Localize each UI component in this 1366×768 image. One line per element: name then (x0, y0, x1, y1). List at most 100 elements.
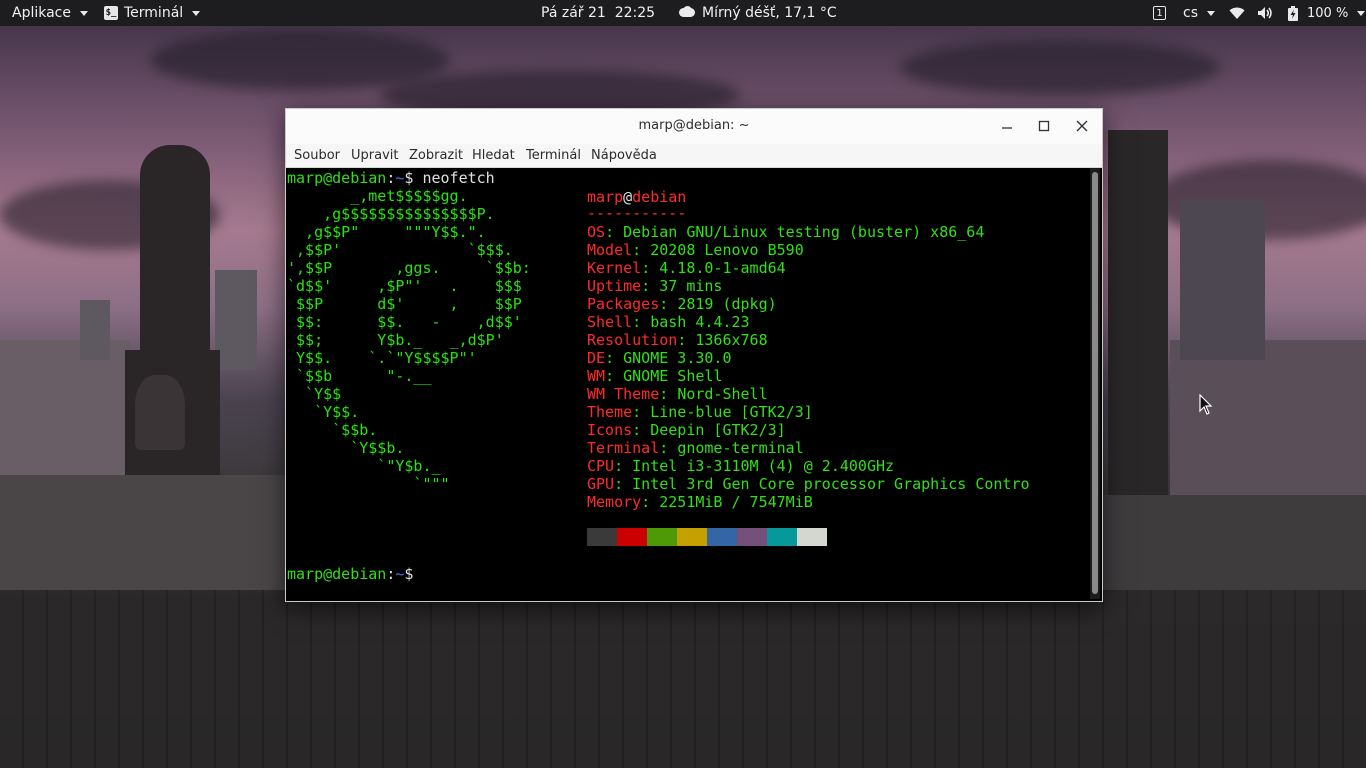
palette-swatch (587, 528, 617, 546)
chevron-down-icon (1357, 10, 1366, 16)
language-label: cs (1183, 5, 1198, 21)
top-panel: Aplikace $_ Terminál Pá zář 21 22:25 Mír… (0, 0, 1366, 26)
maximize-icon (1038, 120, 1050, 132)
logo-line: $$: $$. - ,d$$' (287, 313, 522, 331)
menu-zobrazit[interactable]: Zobrazit (409, 148, 463, 163)
workspace-number: 1 (1153, 6, 1166, 20)
prompt-host: debian (332, 169, 387, 187)
info-key: WM Theme (587, 385, 660, 403)
info-value: GNOME Shell (623, 367, 723, 385)
info-row: Icons: Deepin [GTK2/3] (587, 421, 786, 439)
info-row: Kernel: 4.18.0-1-amd64 (587, 259, 786, 277)
palette-swatch (767, 528, 797, 546)
battery-charging-icon (1288, 5, 1298, 21)
info-key: Uptime (587, 277, 642, 295)
info-value: Intel i3-3110M (4) @ 2.400GHz (632, 457, 895, 475)
prompt-line: marp@debian:~$ (287, 565, 413, 583)
menu-napoveda[interactable]: Nápověda (591, 148, 657, 163)
info-key: Icons (587, 421, 633, 439)
keyboard-layout-indicator[interactable]: cs (1183, 0, 1215, 26)
logo-line: ,g$$P" """Y$$.". (287, 223, 486, 241)
info-value: Line-blue [GTK2/3] (650, 403, 813, 421)
prompt-user: marp (287, 169, 324, 187)
mouse-pointer-icon (1199, 394, 1213, 415)
volume-indicator[interactable] (1257, 0, 1274, 26)
info-key: WM (587, 367, 606, 385)
info-colon: : (632, 403, 651, 421)
prompt-symbol: $ (404, 565, 414, 583)
chevron-down-icon (80, 10, 88, 16)
menu-hledat[interactable]: Hledat (472, 148, 515, 163)
battery-label: 100 % (1307, 5, 1349, 21)
logo-line: `""" (287, 475, 450, 493)
window-titlebar[interactable]: marp@debian: ~ (286, 109, 1102, 145)
weather-indicator[interactable]: Mírný déšť, 17,1 °C (678, 0, 837, 26)
info-value: bash 4.4.23 (650, 313, 750, 331)
weather-cloud-icon (678, 6, 696, 20)
info-key: CPU (587, 457, 615, 475)
info-key: OS (587, 223, 606, 241)
info-colon: : (659, 385, 678, 403)
applications-label: Aplikace (12, 5, 71, 21)
wifi-indicator[interactable] (1229, 0, 1245, 26)
info-key: Shell (587, 313, 633, 331)
info-value: 1366x768 (695, 331, 768, 349)
palette-swatch (707, 528, 737, 546)
palette-swatch (737, 528, 767, 546)
menu-upravit[interactable]: Upravit (351, 148, 398, 163)
info-key: Model (587, 241, 633, 259)
palette-swatch (617, 528, 647, 546)
info-value: gnome-terminal (677, 439, 804, 457)
info-colon: : (632, 421, 651, 439)
prompt-user: marp (287, 565, 324, 583)
info-value: Intel 3rd Gen Core processor Graphics Co… (632, 475, 1030, 493)
info-colon: : (641, 259, 660, 277)
scrollbar[interactable] (1090, 168, 1100, 599)
chevron-down-icon (192, 10, 201, 16)
workspace-indicator[interactable]: 1 (1153, 0, 1166, 26)
info-colon: : (605, 223, 624, 241)
palette-swatch (677, 528, 707, 546)
info-row: Shell: bash 4.4.23 (587, 313, 750, 331)
scrollbar-thumb[interactable] (1092, 172, 1098, 594)
prompt-host: debian (332, 565, 387, 583)
close-button[interactable] (1070, 115, 1094, 137)
clock-label: Pá zář 21 22:25 (541, 5, 656, 21)
info-row: CPU: Intel i3-3110M (4) @ 2.400GHz (587, 457, 894, 475)
command-text: neofetch (413, 169, 495, 187)
prompt-at: @ (323, 169, 333, 187)
menu-soubor[interactable]: Soubor (294, 148, 340, 163)
info-colon: : (632, 241, 651, 259)
info-row: Model: 20208 Lenovo B590 (587, 241, 804, 259)
info-key: Packages (587, 295, 660, 313)
info-colon: : (614, 457, 633, 475)
logo-line: ,g$$$$$$$$$$$$$$$P. (287, 205, 495, 223)
info-key: Theme (587, 403, 633, 421)
menu-terminal[interactable]: Terminál (526, 148, 581, 163)
info-row: Theme: Line-blue [GTK2/3] (587, 403, 813, 421)
clock[interactable]: Pá zář 21 22:25 (541, 0, 655, 26)
info-key: Kernel (587, 259, 642, 277)
info-colon: : (632, 313, 651, 331)
maximize-button[interactable] (1032, 115, 1056, 137)
info-colon: : (605, 367, 624, 385)
volume-icon (1258, 7, 1272, 19)
terminal-output[interactable]: marp@debian:~$ neofetch _,met$$$$$gg. ,g… (286, 168, 1090, 601)
info-colon: : (677, 331, 696, 349)
info-key: Terminal (587, 439, 660, 457)
minimize-button[interactable] (995, 115, 1019, 137)
info-value: 4.18.0-1-amd64 (659, 259, 786, 277)
terminal-window[interactable]: marp@debian: ~ Soubor Upravit Zobrazit H… (285, 108, 1103, 602)
info-row: DE: GNOME 3.30.0 (587, 349, 732, 367)
info-key: Memory (587, 493, 642, 511)
info-value: 2251MiB / 7547MiB (659, 493, 813, 511)
wifi-icon (1229, 7, 1245, 19)
battery-indicator[interactable]: 100 % (1288, 0, 1366, 26)
app-menu-terminal[interactable]: $_ Terminál (104, 0, 201, 26)
info-value: 37 mins (659, 277, 723, 295)
info-key: GPU (587, 475, 615, 493)
logo-line: `$$b. (287, 421, 378, 439)
applications-menu[interactable]: Aplikace (12, 0, 88, 26)
info-key: Resolution (587, 331, 678, 349)
info-colon: : (659, 295, 678, 313)
